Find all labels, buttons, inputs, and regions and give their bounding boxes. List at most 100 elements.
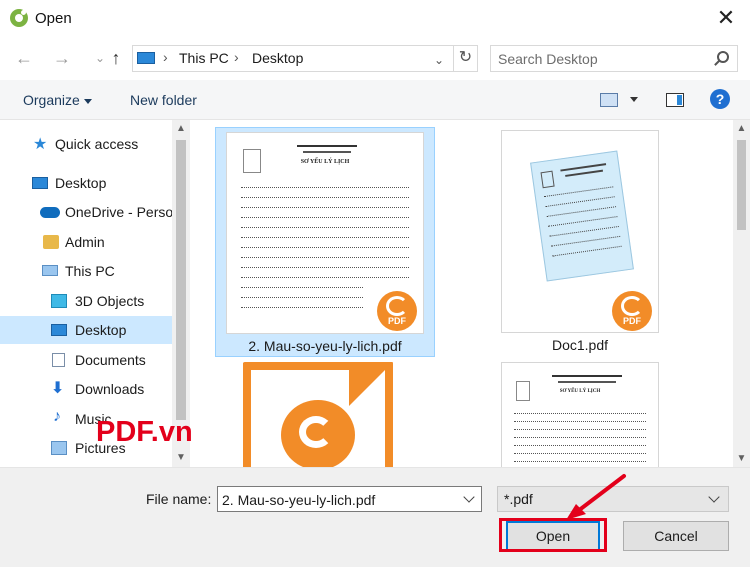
sidebar-item-label: This PC (65, 263, 115, 279)
chevron-down-icon (83, 98, 92, 104)
doc-line (241, 197, 409, 198)
scroll-up-icon[interactable]: ▲ (733, 120, 750, 137)
doc-line (241, 227, 409, 228)
sidebar-item-3d-objects[interactable]: 3D Objects (0, 287, 172, 315)
documents-icon (52, 353, 65, 367)
chevron-down-icon[interactable] (463, 491, 475, 503)
file-item-document[interactable]: SƠ YẾU LÝ LỊCH (490, 362, 710, 467)
file-name-label: Doc1.pdf (551, 337, 609, 353)
doc-line (241, 247, 409, 248)
file-list: SƠ YẾU LÝ LỊCH PDF 2. Mau-so-yeu-ly-lich… (190, 120, 733, 467)
navigation-pane: ★ Quick access Desktop OneDrive - Perso … (0, 120, 190, 467)
command-toolbar: Organize New folder ? (0, 80, 750, 120)
content-scroll-thumb[interactable] (737, 140, 746, 230)
large-pdf-file-icon (243, 362, 393, 467)
download-icon: ⬇ (51, 380, 65, 397)
sidebar-item-label: Desktop (75, 322, 127, 338)
doc-line (241, 277, 409, 278)
sidebar-item-label: 3D Objects (75, 293, 145, 309)
foxit-app-icon (10, 9, 28, 27)
view-mode-icon[interactable] (600, 93, 618, 107)
back-arrow-icon[interactable]: ← (12, 48, 36, 70)
address-row: ← → ⌄ ↑ › This PC › Desktop ⌄ ↻ (0, 38, 750, 80)
close-icon[interactable]: ✕ (714, 7, 738, 31)
title-bar: Open ✕ (0, 0, 750, 38)
help-icon[interactable]: ? (710, 89, 730, 109)
sidebar-item-documents[interactable]: Documents (0, 346, 172, 374)
doc-line (241, 307, 363, 308)
forward-arrow-icon[interactable]: → (50, 48, 74, 70)
scroll-down-icon[interactable]: ▼ (172, 449, 190, 467)
doc-heading: SƠ YẾU LÝ LỊCH (559, 389, 601, 394)
file-name-input[interactable] (222, 491, 452, 508)
new-folder-button[interactable]: New folder (130, 92, 197, 108)
organize-button[interactable]: Organize (23, 92, 92, 108)
doc-line (241, 267, 409, 268)
doc-line (241, 217, 409, 218)
file-item-mau-so-yeu-ly-lich[interactable]: SƠ YẾU LÝ LỊCH PDF 2. Mau-so-yeu-ly-lich… (215, 127, 435, 357)
file-thumbnail: PDF (501, 130, 659, 333)
doc-line (241, 257, 409, 258)
sidebar-item-label: Admin (65, 234, 105, 250)
sidebar-item-desktop[interactable]: Desktop (0, 316, 172, 344)
doc-header-line (303, 151, 351, 153)
pdf-badge-icon: PDF (612, 291, 652, 331)
computer-icon (137, 52, 155, 64)
desktop-icon (32, 177, 48, 189)
computer-icon (42, 265, 58, 276)
sidebar-item-desktop-root[interactable]: Desktop (0, 169, 172, 197)
cloud-icon (40, 207, 60, 218)
file-name-label: File name: (146, 491, 212, 507)
sidebar-item-label: OneDrive - Perso (65, 204, 174, 220)
file-thumbnail: SƠ YẾU LÝ LỊCH PDF (226, 132, 424, 334)
watermark-logo: PDF.vn (96, 416, 193, 448)
doc-heading: SƠ YẾU LÝ LỊCH (300, 159, 350, 165)
user-folder-icon (43, 235, 59, 249)
file-item-doc1[interactable]: PDF Doc1.pdf (490, 127, 710, 357)
refresh-icon[interactable]: ↻ (453, 46, 477, 71)
cancel-button[interactable]: Cancel (623, 521, 729, 551)
file-name-label: 2. Mau-so-yeu-ly-lich.pdf (248, 338, 402, 354)
sidebar-scroll-thumb[interactable] (176, 140, 186, 420)
scroll-up-icon[interactable]: ▲ (172, 120, 190, 138)
file-thumbnail: SƠ YẾU LÝ LỊCH (501, 362, 659, 467)
doc-line (241, 207, 409, 208)
sidebar-item-quick-access[interactable]: ★ Quick access (0, 130, 172, 158)
search-input[interactable] (498, 50, 708, 68)
sidebar-item-onedrive[interactable]: OneDrive - Perso (0, 198, 174, 226)
cube-icon (51, 294, 67, 308)
address-dropdown-icon[interactable]: ⌄ (427, 50, 451, 72)
pdf-badge-label: PDF (388, 316, 406, 326)
breadcrumb-this-pc[interactable]: This PC (179, 50, 229, 66)
file-name-combobox[interactable] (217, 486, 482, 512)
address-bar[interactable]: › This PC › Desktop ⌄ ↻ (132, 45, 478, 72)
doc-header-line (297, 145, 357, 147)
doc-line (241, 297, 363, 298)
sidebar-scrollbar[interactable]: ▲ ▼ (172, 120, 190, 467)
breadcrumb-separator: › (163, 49, 168, 65)
annotation-arrow-icon (566, 474, 626, 520)
file-item-pdf-icon[interactable] (215, 362, 435, 467)
sidebar-item-downloads[interactable]: ⬇ Downloads (0, 375, 172, 403)
foxit-logo-icon (621, 296, 643, 316)
star-icon: ★ (33, 136, 48, 153)
pdf-badge-label: PDF (623, 316, 641, 326)
content-scrollbar[interactable]: ▲ ▼ (733, 120, 750, 467)
desktop-icon (51, 324, 67, 336)
sidebar-item-this-pc[interactable]: This PC (0, 257, 172, 285)
organize-label: Organize (23, 92, 80, 108)
doc-line (241, 237, 409, 238)
scroll-down-icon[interactable]: ▼ (733, 450, 750, 467)
foxit-logo-icon (386, 296, 408, 316)
doc-line (241, 187, 409, 188)
sidebar-item-label: Quick access (55, 136, 139, 152)
breadcrumb-separator: › (234, 49, 239, 65)
sidebar-item-admin[interactable]: Admin (0, 228, 172, 256)
search-box[interactable] (490, 45, 738, 72)
view-options-caret-icon[interactable] (630, 97, 638, 102)
preview-pane-icon[interactable] (666, 93, 684, 107)
file-type-value: *.pdf (504, 491, 533, 507)
sidebar-item-label: Downloads (75, 381, 145, 397)
up-arrow-icon[interactable]: ↑ (104, 48, 128, 70)
breadcrumb-desktop[interactable]: Desktop (252, 50, 303, 66)
